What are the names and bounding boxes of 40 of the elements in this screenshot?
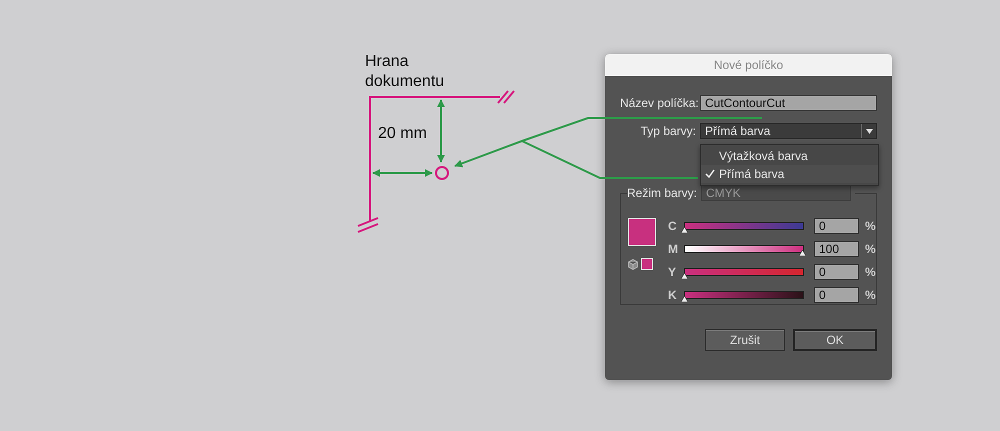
dialog-title: Nové políčko <box>605 54 892 76</box>
target-circle <box>435 166 449 180</box>
slider-track[interactable] <box>684 291 804 299</box>
dimension-arrow <box>437 99 445 163</box>
channel-label: M <box>668 242 678 256</box>
slider-track[interactable] <box>684 222 804 230</box>
slider-track[interactable] <box>684 268 804 276</box>
type-dropdown[interactable]: Přímá barva <box>700 123 877 139</box>
cancel-button[interactable]: Zrušit <box>705 329 785 351</box>
percent-label: % <box>865 265 876 279</box>
check-icon <box>705 169 715 179</box>
cube-icon <box>628 258 638 270</box>
channel-label: Y <box>668 265 678 279</box>
percent-label: % <box>865 288 876 302</box>
menu-item[interactable]: Přímá barva <box>701 165 878 183</box>
ok-button[interactable]: OK <box>793 329 877 351</box>
type-label: Typ barvy: <box>640 124 696 138</box>
value-field[interactable]: 0 <box>814 287 859 303</box>
slider-thumb[interactable] <box>681 273 688 279</box>
distance-label: 20 mm <box>378 124 427 144</box>
edge-label: Hrana dokumentu <box>365 52 446 92</box>
value-field[interactable]: 0 <box>814 264 859 280</box>
caret-icon <box>866 128 872 134</box>
mode-label: Režim barvy: <box>627 186 698 200</box>
channel-label: C <box>668 219 678 233</box>
channel-label: K <box>668 288 678 302</box>
name-label: Název políčka: <box>620 96 696 110</box>
percent-label: % <box>865 219 876 233</box>
slider-thumb[interactable] <box>799 250 806 256</box>
color-swatch <box>641 258 653 270</box>
value-field[interactable]: 0 <box>814 218 859 234</box>
value-field[interactable]: 100 <box>814 241 859 257</box>
slider-track[interactable] <box>684 245 804 253</box>
menu-item[interactable]: Výtažková barva <box>701 147 878 165</box>
slider-thumb[interactable] <box>681 227 688 233</box>
percent-label: % <box>865 242 876 256</box>
slider-thumb[interactable] <box>681 296 688 302</box>
dimension-arrow <box>372 169 433 177</box>
name-field[interactable]: CutContourCut <box>700 95 877 111</box>
color-swatch <box>628 218 656 246</box>
